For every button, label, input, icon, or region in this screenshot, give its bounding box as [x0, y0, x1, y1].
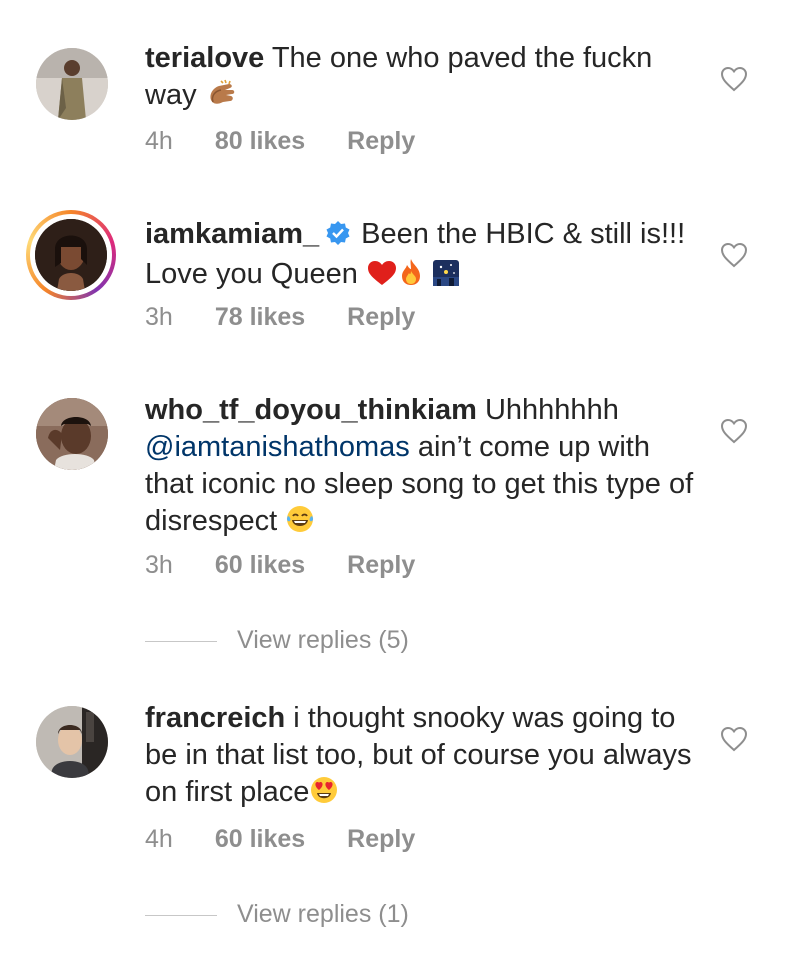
avatar-story-ring[interactable]	[26, 210, 116, 300]
heart-eyes-icon	[309, 775, 339, 815]
like-heart-icon[interactable]	[720, 726, 748, 752]
comment-text: iamkamiam_ Been the HBIC & still is!!! L…	[145, 216, 705, 297]
avatar	[35, 219, 107, 291]
red-heart-icon	[366, 259, 398, 297]
avatar[interactable]	[36, 706, 108, 778]
timestamp: 4h	[145, 825, 173, 853]
timestamp: 3h	[145, 551, 173, 579]
avatar[interactable]	[36, 398, 108, 470]
username[interactable]: who_tf_doyou_thinkiam	[145, 394, 477, 426]
like-heart-icon[interactable]	[720, 66, 748, 92]
comment-meta: 3h 60 likes Reply	[145, 551, 415, 580]
timestamp: 4h	[145, 127, 173, 155]
likes-count[interactable]: 78 likes	[215, 303, 305, 332]
username[interactable]: terialove	[145, 42, 264, 74]
fire-icon	[398, 257, 424, 297]
comment-meta: 4h 80 likes Reply	[145, 127, 415, 156]
reply-button[interactable]: Reply	[347, 303, 415, 332]
divider-line	[145, 914, 217, 916]
username[interactable]: iamkamiam_	[145, 218, 319, 250]
face-with-tears-of-joy-icon	[285, 504, 315, 544]
avatar[interactable]	[36, 48, 108, 120]
reply-button[interactable]: Reply	[347, 825, 415, 854]
likes-count[interactable]: 60 likes	[215, 551, 305, 580]
comment-meta: 4h 60 likes Reply	[145, 825, 415, 854]
mention-link[interactable]: @iamtanishathomas	[145, 431, 410, 463]
likes-count[interactable]: 60 likes	[215, 825, 305, 854]
like-heart-icon[interactable]	[720, 242, 748, 268]
verified-badge-icon	[325, 219, 351, 256]
reply-button[interactable]: Reply	[347, 551, 415, 580]
comment-text: francreich i thought snooky was going to…	[145, 700, 705, 815]
night-with-stars-icon	[432, 259, 460, 297]
view-replies-button[interactable]: View replies (1)	[145, 900, 409, 929]
timestamp: 3h	[145, 303, 173, 331]
reply-button[interactable]: Reply	[347, 127, 415, 156]
likes-count[interactable]: 80 likes	[215, 127, 305, 156]
view-replies-button[interactable]: View replies (5)	[145, 626, 409, 655]
username[interactable]: francreich	[145, 702, 285, 734]
like-heart-icon[interactable]	[720, 418, 748, 444]
clapping-hands-icon	[205, 78, 237, 118]
comment-meta: 3h 78 likes Reply	[145, 303, 415, 332]
divider-line	[145, 640, 217, 642]
comment-text: who_tf_doyou_thinkiam Uhhhhhhh @iamtanis…	[145, 392, 705, 544]
comment-text: terialove The one who paved the fuckn wa…	[145, 40, 705, 118]
